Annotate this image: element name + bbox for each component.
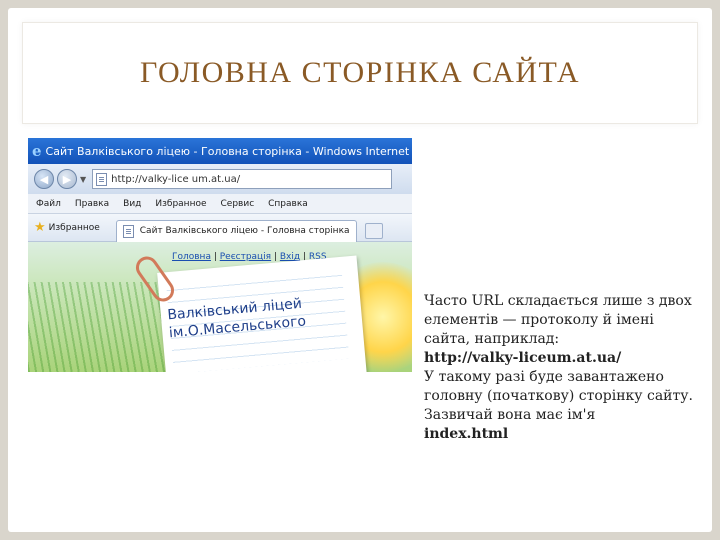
example-url: http://valky-liceum.at.ua/ xyxy=(424,350,622,366)
ie-logo-icon: e xyxy=(32,142,42,160)
link-register[interactable]: Реєстрація xyxy=(220,252,271,262)
favorites-bar: ★ Избранное Сайт Валківського ліцею - Го… xyxy=(28,214,412,242)
tab-title: Сайт Валківського ліцею - Головна сторін… xyxy=(139,226,350,236)
paragraph-index: Зазвичай вона має ім'я xyxy=(424,407,596,423)
link-home[interactable]: Головна xyxy=(172,252,211,262)
paragraph-url-intro: Часто URL складається лише з двох елемен… xyxy=(424,293,692,347)
menu-help[interactable]: Справка xyxy=(268,199,308,209)
star-icon[interactable]: ★ xyxy=(34,220,46,235)
menu-tools[interactable]: Сервис xyxy=(221,199,255,209)
address-bar[interactable]: http://valky-lice um.at.ua/ xyxy=(92,169,393,189)
menu-file[interactable]: Файл xyxy=(36,199,61,209)
menu-view[interactable]: Вид xyxy=(123,199,141,209)
browser-navbar: ◀ ▶ ▼ http://valky-lice um.at.ua/ xyxy=(28,164,412,194)
grass-decoration xyxy=(28,282,168,372)
address-text: http://valky-lice um.at.ua/ xyxy=(111,173,241,185)
forward-arrow-icon[interactable]: ▶ xyxy=(57,169,77,189)
back-arrow-icon[interactable]: ◀ xyxy=(34,169,54,189)
paragraph-homepage: У такому разі буде завантажено головну (… xyxy=(424,369,693,404)
new-tab-button[interactable] xyxy=(364,222,383,239)
favorites-button[interactable]: Избранное xyxy=(49,223,100,233)
menu-favorites[interactable]: Избранное xyxy=(155,199,206,209)
slide-title: ГОЛОВНА СТОРІНКА САЙТА xyxy=(139,56,581,89)
page-icon xyxy=(122,224,134,238)
page-icon xyxy=(96,172,108,186)
browser-menubar: Файл Правка Вид Избранное Сервис Справка xyxy=(28,194,412,214)
browser-window-title: Сайт Валківського ліцею - Головна сторін… xyxy=(45,144,412,158)
browser-tab[interactable]: Сайт Валківського ліцею - Головна сторін… xyxy=(115,219,357,242)
index-filename: index.html xyxy=(424,426,509,442)
web-page-content: Головна | Реєстрація | Вхід | RSS Валків… xyxy=(28,242,412,372)
menu-edit[interactable]: Правка xyxy=(75,199,109,209)
title-box: ГОЛОВНА СТОРІНКА САЙТА xyxy=(22,22,698,124)
browser-screenshot: e Сайт Валківського ліцею - Головна стор… xyxy=(28,138,412,372)
browser-titlebar: e Сайт Валківського ліцею - Головна стор… xyxy=(28,138,412,164)
chevron-down-icon[interactable]: ▼ xyxy=(80,175,86,184)
body-text: Часто URL складається лише з двох елемен… xyxy=(424,292,700,444)
